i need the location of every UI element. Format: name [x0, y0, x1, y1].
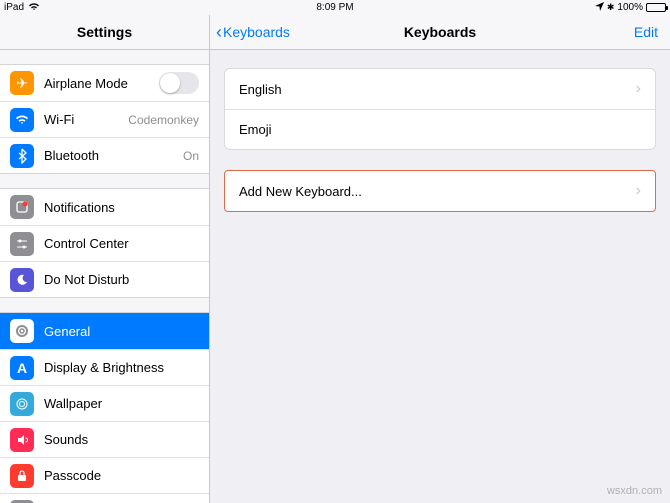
settings-sidebar: Settings ✈ Airplane Mode Wi-Fi Codemonke…	[0, 15, 210, 503]
keyboard-label: Emoji	[239, 122, 272, 137]
keyboards-list: English › Emoji	[224, 68, 656, 150]
notifications-icon	[10, 195, 34, 219]
sidebar-item-passcode[interactable]: Passcode	[0, 457, 209, 493]
display-icon: A	[10, 356, 34, 380]
location-icon	[595, 2, 604, 14]
detail-header: ‹ Keyboards Keyboards Edit	[210, 15, 670, 50]
back-label: Keyboards	[223, 24, 290, 40]
watermark: wsxdn.com	[607, 485, 662, 497]
sidebar-item-label: Do Not Disturb	[44, 272, 199, 287]
sidebar-item-wifi[interactable]: Wi-Fi Codemonkey	[0, 101, 209, 137]
sidebar-item-privacy[interactable]: Privacy	[0, 493, 209, 503]
wallpaper-icon	[10, 392, 34, 416]
lock-icon	[10, 464, 34, 488]
sidebar-group-connectivity: ✈ Airplane Mode Wi-Fi Codemonkey Bluetoo…	[0, 64, 209, 174]
sidebar-item-controlcenter[interactable]: Control Center	[0, 225, 209, 261]
sidebar-group-general: General A Display & Brightness Wallpaper	[0, 312, 209, 503]
airplane-toggle[interactable]	[159, 72, 199, 94]
sidebar-item-label: Bluetooth	[44, 148, 183, 163]
sidebar-item-bluetooth[interactable]: Bluetooth On	[0, 137, 209, 173]
back-button[interactable]: ‹ Keyboards	[216, 23, 290, 41]
sidebar-item-sounds[interactable]: Sounds	[0, 421, 209, 457]
carrier-label: iPad	[4, 2, 24, 13]
sidebar-group-notifications: Notifications Control Center Do Not Dist…	[0, 188, 209, 298]
sidebar-item-display[interactable]: A Display & Brightness	[0, 349, 209, 385]
detail-scroll[interactable]: English › Emoji Add New Keyboard... ›	[210, 50, 670, 250]
sidebar-item-label: Wallpaper	[44, 396, 199, 411]
keyboard-row-emoji[interactable]: Emoji	[225, 109, 655, 149]
bluetooth-icon: ✱	[607, 2, 615, 13]
dnd-icon	[10, 268, 34, 292]
sidebar-item-label: Sounds	[44, 432, 199, 447]
chevron-right-icon: ›	[636, 80, 641, 98]
sidebar-item-dnd[interactable]: Do Not Disturb	[0, 261, 209, 297]
sidebar-item-label: Display & Brightness	[44, 360, 199, 375]
sidebar-item-wallpaper[interactable]: Wallpaper	[0, 385, 209, 421]
chevron-left-icon: ‹	[216, 23, 222, 41]
keyboard-row-english[interactable]: English ›	[225, 69, 655, 109]
sidebar-item-label: General	[44, 324, 199, 339]
sidebar-item-detail: On	[183, 149, 199, 163]
detail-title: Keyboards	[404, 24, 476, 40]
sidebar-item-general[interactable]: General	[0, 313, 209, 349]
battery-percent: 100%	[617, 2, 643, 13]
sidebar-item-label: Notifications	[44, 200, 199, 215]
status-bar: iPad 8:09 PM ✱ 100%	[0, 0, 670, 15]
sidebar-item-label: Passcode	[44, 468, 199, 483]
gear-icon	[10, 319, 34, 343]
status-time: 8:09 PM	[316, 2, 353, 13]
edit-button[interactable]: Edit	[634, 24, 658, 40]
sidebar-item-airplane[interactable]: ✈ Airplane Mode	[0, 65, 209, 101]
battery-icon	[646, 3, 666, 12]
control-center-icon	[10, 232, 34, 256]
add-keyboard-group: Add New Keyboard... ›	[224, 170, 656, 212]
sidebar-item-label: Control Center	[44, 236, 199, 251]
keyboard-label: English	[239, 82, 282, 97]
add-keyboard-button[interactable]: Add New Keyboard... ›	[225, 171, 655, 211]
sidebar-item-notifications[interactable]: Notifications	[0, 189, 209, 225]
add-keyboard-label: Add New Keyboard...	[239, 184, 362, 199]
sidebar-item-label: Airplane Mode	[44, 76, 159, 91]
sidebar-item-detail: Codemonkey	[128, 113, 199, 127]
sounds-icon	[10, 428, 34, 452]
sidebar-scroll[interactable]: ✈ Airplane Mode Wi-Fi Codemonkey Bluetoo…	[0, 50, 209, 503]
sidebar-title: Settings	[77, 24, 132, 40]
sidebar-header: Settings	[0, 15, 209, 50]
sidebar-item-label: Wi-Fi	[44, 112, 128, 127]
wifi-settings-icon	[10, 108, 34, 132]
wifi-icon	[28, 2, 40, 14]
privacy-icon	[10, 500, 34, 503]
detail-pane: ‹ Keyboards Keyboards Edit English › Emo…	[210, 15, 670, 503]
bluetooth-settings-icon	[10, 144, 34, 168]
chevron-right-icon: ›	[636, 182, 641, 200]
airplane-icon: ✈	[10, 71, 34, 95]
